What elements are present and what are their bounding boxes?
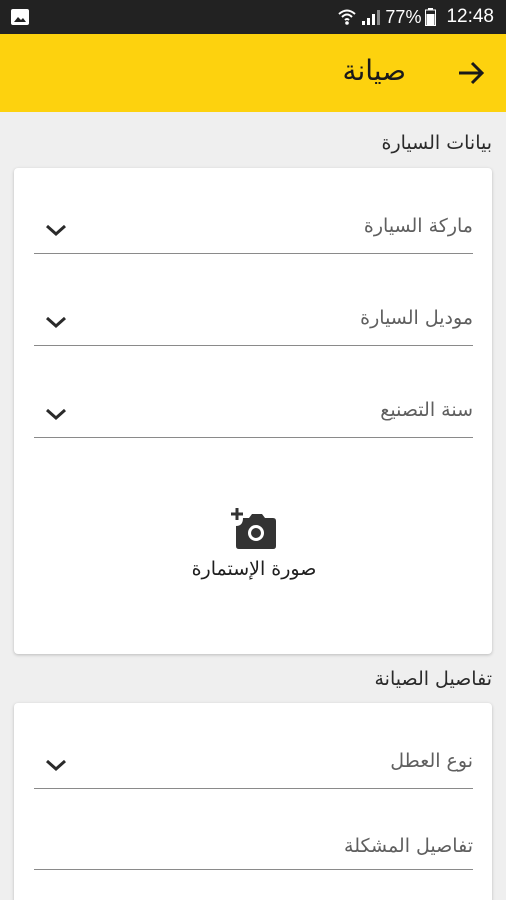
chevron-down-icon <box>46 408 66 421</box>
problem-details-field <box>34 810 473 870</box>
wifi-icon <box>338 9 357 25</box>
fault-type-label: نوع العطل <box>390 750 473 772</box>
signal-icon <box>362 10 381 25</box>
back-button[interactable] <box>454 56 488 90</box>
chevron-down-icon <box>46 316 66 329</box>
maintenance-details-card: نوع العطل <box>14 703 492 900</box>
maintenance-section-title: تفاصيل الصيانة <box>374 668 492 690</box>
problem-details-input[interactable] <box>34 831 473 861</box>
fault-type-dropdown[interactable]: نوع العطل <box>34 729 473 789</box>
registration-photo-button[interactable]: صورة الإستمارة <box>154 508 354 598</box>
add-photo-camera-icon <box>231 508 276 549</box>
car-brand-label: ماركة السيارة <box>363 215 473 237</box>
arrow-right-icon <box>459 61 485 85</box>
chevron-down-icon <box>46 759 66 772</box>
gallery-icon <box>11 9 29 25</box>
car-model-dropdown[interactable]: موديل السيارة <box>34 286 473 346</box>
manufacture-year-dropdown[interactable]: سنة التصنيع <box>34 378 473 438</box>
battery-percentage: 77% <box>385 6 422 27</box>
manufacture-year-label: سنة التصنيع <box>380 399 473 421</box>
app-bar: صيانة <box>0 34 506 112</box>
clock: 12:48 <box>446 6 494 27</box>
status-bar: 77% 12:48 <box>0 0 506 34</box>
page-title: صيانة <box>342 54 406 87</box>
registration-photo-label: صورة الإستمارة <box>191 558 317 580</box>
car-details-card: ماركة السيارة موديل السيارة سنة التصنيع … <box>14 168 492 654</box>
car-model-label: موديل السيارة <box>360 307 473 329</box>
car-section-title: بيانات السيارة <box>381 132 492 154</box>
battery-icon <box>425 8 437 26</box>
car-brand-dropdown[interactable]: ماركة السيارة <box>34 194 473 254</box>
chevron-down-icon <box>46 224 66 237</box>
